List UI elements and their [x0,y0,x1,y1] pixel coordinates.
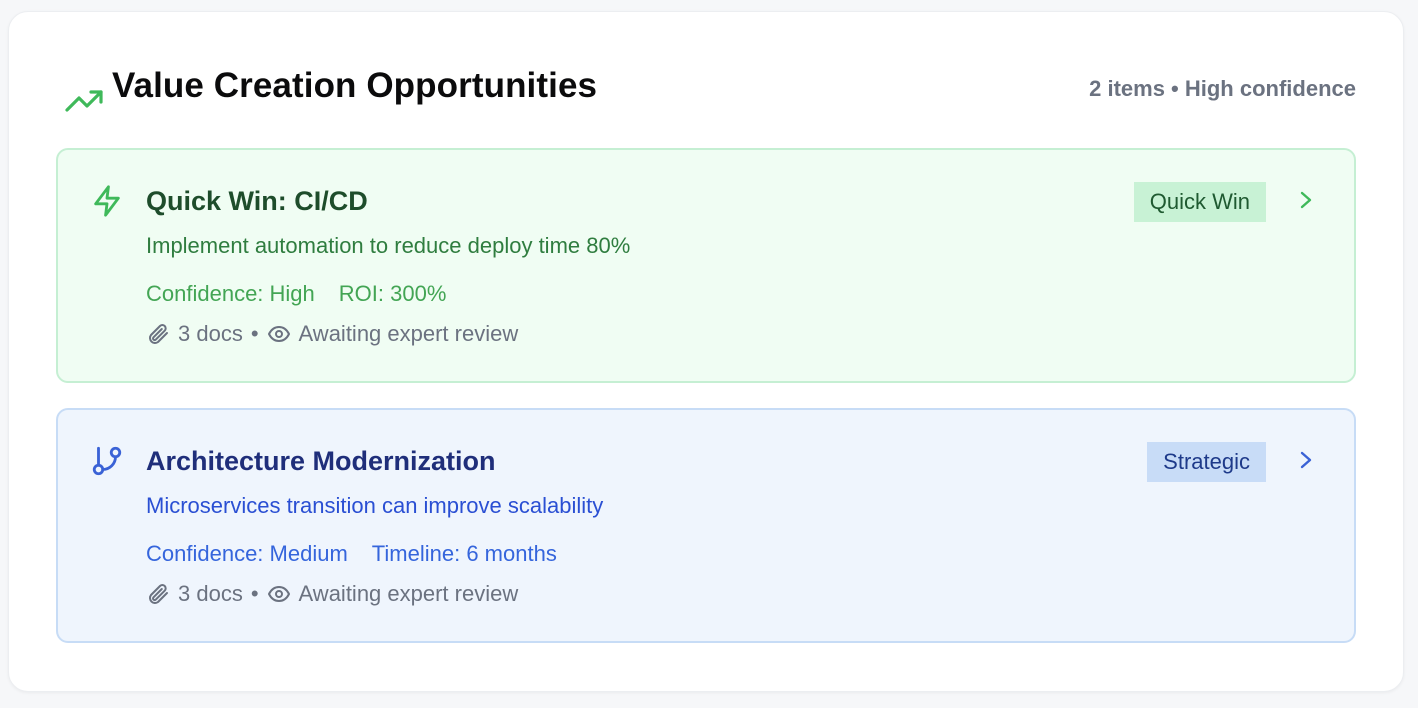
docs-count: 3 docs [178,581,243,606]
card-stats: Confidence: Medium Timeline: 6 months [146,541,557,567]
roi-stat: ROI: 300% [338,281,447,306]
card-title: Quick Win: CI/CD [146,186,368,216]
eye-icon [267,586,290,602]
git-branch-icon [92,446,122,476]
card-title: Architecture Modernization [146,446,496,476]
card-stats: Confidence: High ROI: 300% [146,281,446,307]
paperclip-icon [149,324,168,344]
opportunity-card-strategic[interactable]: Architecture Modernization Microservices… [56,408,1356,643]
opportunity-card-quick-win[interactable]: Quick Win: CI/CD Implement automation to… [56,148,1356,383]
card-description: Microservices transition can improve sca… [146,493,604,518]
eye-icon [267,326,290,342]
confidence-stat: Confidence: High [146,281,315,306]
timeline-stat: Timeline: 6 months [371,541,557,566]
chevron-right-icon[interactable] [1296,188,1316,212]
trending-up-icon [65,90,103,112]
panel-summary: 2 items • High confidence [1089,76,1356,101]
category-badge: Strategic [1147,442,1266,482]
confidence-stat: Confidence: Medium [146,541,348,566]
card-footer: 3 docs • Awaiting expert review [146,581,518,607]
category-badge: Quick Win [1133,182,1266,222]
card-description: Implement automation to reduce deploy ti… [146,233,631,258]
paperclip-icon [149,584,168,604]
review-status: Awaiting expert review [298,321,519,346]
chevron-right-icon[interactable] [1296,448,1316,472]
panel-title: Value Creation Opportunities [112,66,598,105]
docs-count: 3 docs [178,321,243,346]
zap-icon [94,185,120,217]
card-footer: 3 docs • Awaiting expert review [146,321,518,347]
footer-separator: • [250,581,259,606]
review-status: Awaiting expert review [298,581,519,606]
footer-separator: • [250,321,259,346]
